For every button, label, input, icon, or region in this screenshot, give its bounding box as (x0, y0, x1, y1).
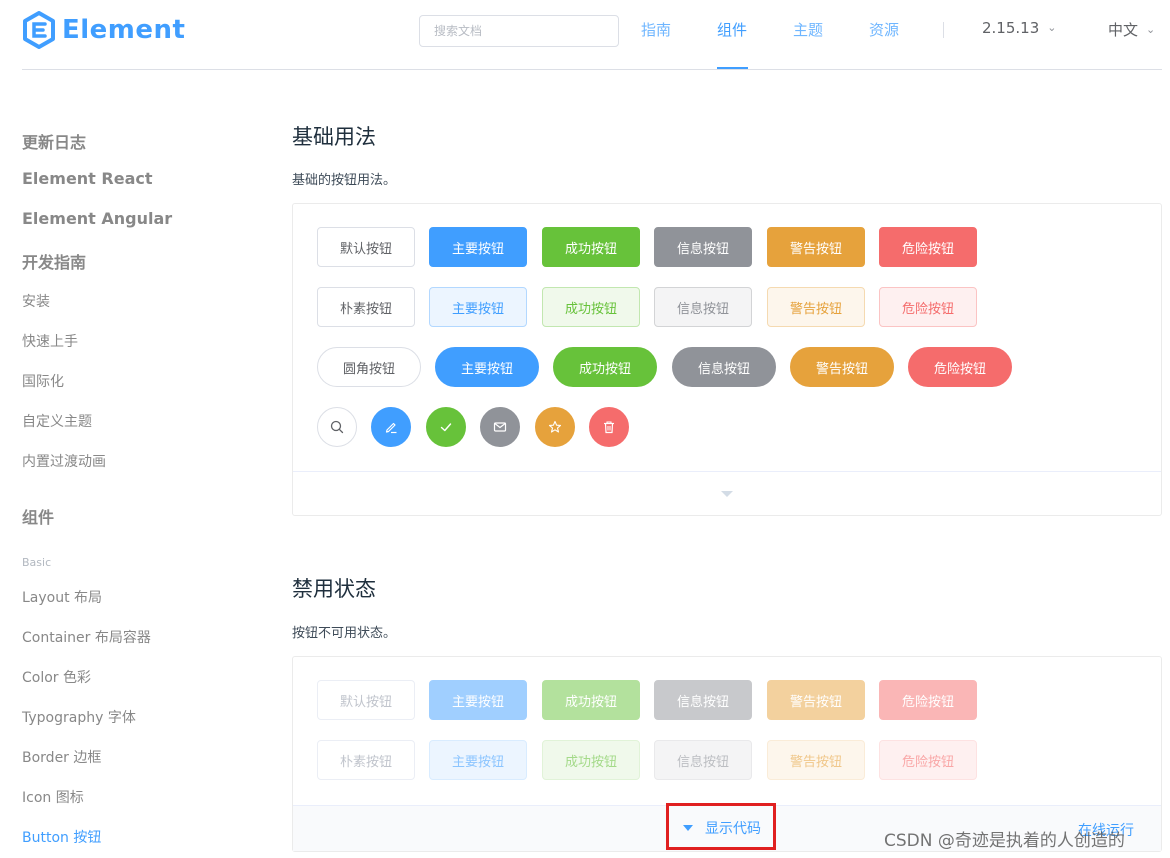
version-select[interactable]: 2.15.13 ⌄ (982, 19, 1056, 37)
delete-icon (604, 421, 614, 434)
chevron-down-icon: ⌄ (1146, 23, 1156, 36)
top-header: Element 指南 组件 主题 资源 2.15.13 ⌄ 中文 ⌄ (22, 0, 1162, 70)
sidebar-group-dev-guide: 开发指南 (22, 253, 87, 272)
language-select[interactable]: 中文 ⌄ (1108, 19, 1155, 40)
sidebar-item-transition[interactable]: 内置过渡动画 (22, 451, 106, 471)
csdn-watermark: CSDN @奇迹是执着的人创造的 (884, 831, 1125, 851)
search-input[interactable] (419, 15, 619, 47)
sidebar-item-install[interactable]: 安装 (22, 291, 50, 311)
round-primary-button[interactable]: 主要按钮 (435, 347, 539, 387)
sidebar-item-border[interactable]: Border 边框 (22, 747, 101, 767)
search-icon (330, 420, 344, 434)
disabled-primary-button: 主要按钮 (429, 680, 527, 720)
sidebar-item-element-angular[interactable]: Element Angular (22, 209, 172, 228)
round-default-button[interactable]: 圆角按钮 (317, 347, 421, 387)
circle-check-button[interactable] (426, 407, 466, 447)
nav-component[interactable]: 组件 (717, 19, 747, 40)
success-button[interactable]: 成功按钮 (542, 227, 640, 267)
sidebar-item-changelog[interactable]: 更新日志 (22, 129, 86, 153)
disabled-plain-primary-button: 主要按钮 (429, 740, 527, 780)
sidebar-item-custom-theme[interactable]: 自定义主题 (22, 411, 92, 431)
round-danger-button[interactable]: 危险按钮 (908, 347, 1012, 387)
plain-default-button[interactable]: 朴素按钮 (317, 287, 415, 327)
disabled-plain-success-button: 成功按钮 (542, 740, 640, 780)
element-logo[interactable]: Element (22, 10, 185, 50)
nav-divider (943, 22, 944, 38)
language-label: 中文 (1108, 21, 1139, 39)
disabled-plain-default-button: 朴素按钮 (317, 740, 415, 780)
warning-button[interactable]: 警告按钮 (767, 227, 865, 267)
sidebar-item-layout[interactable]: Layout 布局 (22, 587, 102, 607)
star-icon (548, 420, 562, 433)
nav-guide[interactable]: 指南 (641, 19, 671, 40)
circle-message-button[interactable] (480, 407, 520, 447)
nav-resource[interactable]: 资源 (869, 19, 899, 40)
section-desc-basic: 基础的按钮用法。 (292, 173, 397, 188)
circle-search-button[interactable] (317, 407, 357, 447)
section-title-basic: 基础用法 (292, 125, 376, 149)
caret-down-icon[interactable] (721, 491, 733, 497)
sidebar-item-container[interactable]: Container 布局容器 (22, 627, 151, 647)
nav-active-indicator (717, 67, 748, 69)
plain-warning-button[interactable]: 警告按钮 (767, 287, 865, 327)
sidebar-group-components: 组件 (22, 508, 55, 527)
info-button[interactable]: 信息按钮 (654, 227, 752, 267)
plain-success-button[interactable]: 成功按钮 (542, 287, 640, 327)
round-info-button[interactable]: 信息按钮 (672, 347, 776, 387)
plain-danger-button[interactable]: 危险按钮 (879, 287, 977, 327)
disabled-plain-warning-button: 警告按钮 (767, 740, 865, 780)
check-icon (440, 423, 452, 432)
section-desc-disabled: 按钮不可用状态。 (292, 626, 397, 641)
demo-block-basic: 默认按钮 主要按钮 成功按钮 信息按钮 警告按钮 危险按钮 朴素按钮 主要按钮 … (292, 203, 1162, 516)
disabled-danger-button: 危险按钮 (879, 680, 977, 720)
sidebar-item-button[interactable]: Button 按钮 (22, 827, 101, 847)
round-success-button[interactable]: 成功按钮 (553, 347, 657, 387)
nav-theme[interactable]: 主题 (793, 19, 823, 40)
sidebar-item-icon[interactable]: Icon 图标 (22, 787, 84, 807)
circle-edit-button[interactable] (371, 407, 411, 447)
disabled-warning-button: 警告按钮 (767, 680, 865, 720)
sidebar-item-color[interactable]: Color 色彩 (22, 667, 91, 687)
primary-button[interactable]: 主要按钮 (429, 227, 527, 267)
logo-text: Element (62, 15, 186, 45)
plain-info-button[interactable]: 信息按钮 (654, 287, 752, 327)
danger-button[interactable]: 危险按钮 (879, 227, 977, 267)
sidebar-item-element-react[interactable]: Element React (22, 169, 153, 188)
disabled-plain-danger-button: 危险按钮 (879, 740, 977, 780)
circle-star-button[interactable] (535, 407, 575, 447)
message-icon (493, 422, 507, 432)
circle-delete-button[interactable] (589, 407, 629, 447)
round-warning-button[interactable]: 警告按钮 (790, 347, 894, 387)
highlight-annotation-box (666, 803, 776, 850)
sidebar-item-typography[interactable]: Typography 字体 (22, 707, 136, 727)
disabled-plain-info-button: 信息按钮 (654, 740, 752, 780)
edit-icon (385, 422, 397, 434)
disabled-info-button: 信息按钮 (654, 680, 752, 720)
element-logo-icon (23, 11, 55, 49)
sidebar-subgroup-basic: Basic (22, 556, 52, 569)
sidebar-item-i18n[interactable]: 国际化 (22, 371, 64, 391)
version-label: 2.15.13 (982, 19, 1040, 37)
disabled-default-button: 默认按钮 (317, 680, 415, 720)
plain-primary-button[interactable]: 主要按钮 (429, 287, 527, 327)
demo-footer-basic[interactable] (293, 471, 1161, 515)
default-button[interactable]: 默认按钮 (317, 227, 415, 267)
chevron-down-icon: ⌄ (1047, 21, 1057, 34)
sidebar-item-quickstart[interactable]: 快速上手 (22, 331, 78, 351)
section-title-disabled: 禁用状态 (292, 577, 376, 601)
disabled-success-button: 成功按钮 (542, 680, 640, 720)
